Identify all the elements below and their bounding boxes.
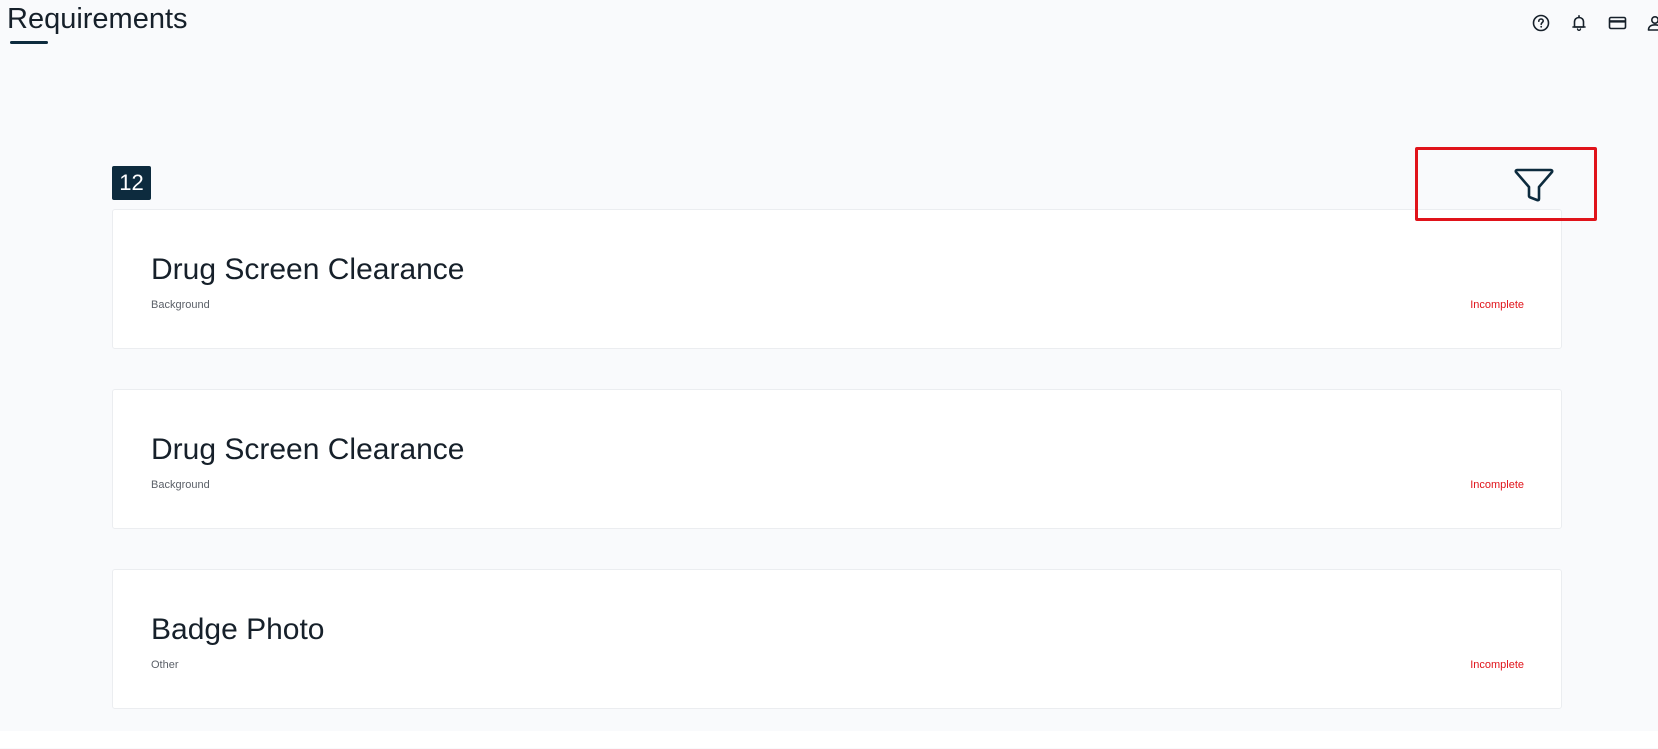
page-title: Requirements — [7, 3, 188, 35]
filter-button[interactable] — [1415, 147, 1597, 221]
help-icon[interactable] — [1530, 12, 1552, 34]
requirement-title: Drug Screen Clearance — [151, 253, 465, 286]
page-footer-strip — [0, 731, 1658, 748]
requirement-status: Incomplete — [1470, 299, 1524, 311]
top-toolbar — [1530, 12, 1658, 34]
requirement-category: Background — [151, 299, 210, 311]
bell-icon[interactable] — [1568, 12, 1590, 34]
requirement-status: Incomplete — [1470, 479, 1524, 491]
requirements-list: Drug Screen Clearance Background Incompl… — [112, 209, 1562, 749]
user-icon[interactable] — [1644, 12, 1658, 34]
requirement-card[interactable]: Drug Screen Clearance Background Incompl… — [112, 389, 1562, 529]
credit-card-icon[interactable] — [1606, 12, 1628, 34]
requirement-title: Drug Screen Clearance — [151, 433, 465, 466]
requirement-card[interactable]: Drug Screen Clearance Background Incompl… — [112, 209, 1562, 349]
requirement-category: Other — [151, 659, 179, 671]
requirement-title: Badge Photo — [151, 613, 325, 646]
requirement-card[interactable]: Badge Photo Other Incomplete — [112, 569, 1562, 709]
requirements-count-badge: 12 — [112, 166, 151, 200]
requirement-status: Incomplete — [1470, 659, 1524, 671]
requirement-category: Background — [151, 479, 210, 491]
title-underline — [10, 41, 48, 44]
